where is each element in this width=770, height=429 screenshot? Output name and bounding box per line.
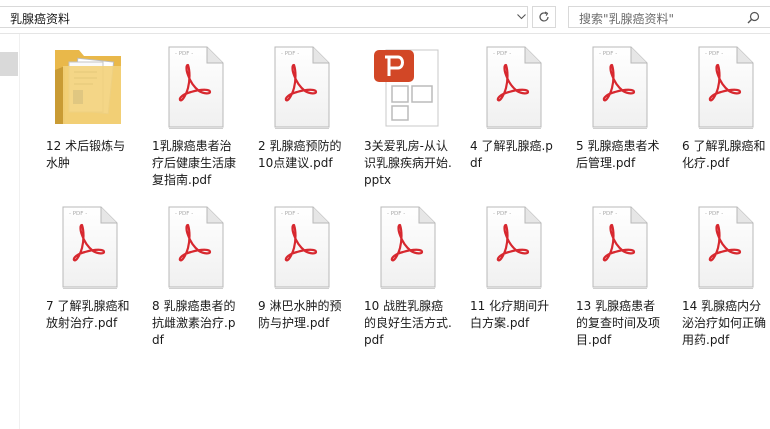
file-thumbnail [358,44,456,136]
svg-text:- PDF -: - PDF - [175,51,193,57]
file-item[interactable]: - PDF - 11 化疗期间升白方案.pdf [464,194,562,346]
pdf-file-icon: - PDF - [698,206,754,289]
svg-text:- PDF -: - PDF - [281,51,299,57]
file-item[interactable]: - PDF - 8 乳腺癌患者的抗雌激素治疗.pdf [146,194,244,347]
file-thumbnail: - PDF - [40,204,138,296]
file-thumbnail: - PDF - [464,44,562,136]
search-placeholder: 搜索"乳腺癌资料" [579,12,675,26]
file-item[interactable]: - PDF - 6 了解乳腺癌和化疗.pdf [676,34,770,186]
address-path: 乳腺癌资料 [10,12,71,26]
pdf-file-icon: - PDF - [274,46,330,129]
navigation-pane [0,34,20,429]
file-name: 1乳腺癌患者治疗后健康生活康复指南.pdf [152,139,237,187]
file-item[interactable]: - PDF - 9 淋巴水肿的预防与护理.pdf [252,194,350,346]
file-thumbnail: - PDF - [146,204,244,296]
pdf-file-icon: - PDF - [592,46,648,129]
pdf-file-icon: - PDF - [168,46,224,129]
file-item[interactable]: - PDF - 4 了解乳腺癌.pdf [464,34,562,186]
file-list: 12 术后锻炼与水肿 - PDF - 1乳腺癌患者治疗后健康生活康复指南.pdf… [22,34,770,429]
refresh-button[interactable] [532,6,556,28]
search-box[interactable]: 搜索"乳腺癌资料" [568,6,770,28]
file-thumbnail: - PDF - [676,204,770,296]
file-thumbnail: - PDF - [570,204,668,296]
file-item[interactable]: - PDF - 5 乳腺癌患者术后管理.pdf [570,34,668,186]
svg-text:- PDF -: - PDF - [599,211,617,217]
file-item[interactable]: - PDF - 13 乳腺癌患者的复查时间及项目.pdf [570,194,668,347]
pdf-file-icon: - PDF - [274,206,330,289]
search-icon [747,11,760,24]
file-name: 6 了解乳腺癌和化疗.pdf [682,139,766,170]
file-thumbnail [40,44,138,136]
file-name: 4 了解乳腺癌.pdf [470,139,553,170]
pdf-file-icon: - PDF - [62,206,118,289]
file-thumbnail: - PDF - [252,204,350,296]
pdf-file-icon: - PDF - [698,46,754,129]
pdf-file-icon: - PDF - [486,206,542,289]
file-thumbnail: - PDF - [676,44,770,136]
pdf-file-icon: - PDF - [380,206,436,289]
file-item[interactable]: 3关爱乳房-从认识乳腺疾病开始.pptx [358,34,456,187]
folder-icon [55,50,121,124]
pptx-file-icon [374,49,439,127]
file-name: 5 乳腺癌患者术后管理.pdf [576,139,660,170]
svg-text:- PDF -: - PDF - [599,51,617,57]
address-toolbar: 乳腺癌资料 搜索"乳腺癌资料" [0,0,770,34]
refresh-icon [539,11,549,22]
file-thumbnail: - PDF - [146,44,244,136]
file-name: 13 乳腺癌患者的复查时间及项目.pdf [576,299,661,347]
chevron-down-icon [516,14,526,20]
file-item[interactable]: - PDF - 7 了解乳腺癌和放射治疗.pdf [40,194,138,346]
pdf-file-icon: - PDF - [486,46,542,129]
file-name: 7 了解乳腺癌和放射治疗.pdf [46,299,130,330]
svg-text:- PDF -: - PDF - [175,211,193,217]
address-bar[interactable]: 乳腺癌资料 [0,6,528,28]
file-thumbnail: - PDF - [358,204,456,296]
file-name: 2 乳腺癌预防的10点建议.pdf [258,139,342,170]
file-name: 3关爱乳房-从认识乳腺疾病开始.pptx [364,139,452,187]
file-name: 12 术后锻炼与水肿 [46,139,126,170]
file-thumbnail: - PDF - [570,44,668,136]
svg-text:- PDF -: - PDF - [69,211,87,217]
file-item[interactable]: - PDF - 14 乳腺癌内分泌治疗如何正确用药.pdf [676,194,770,347]
file-thumbnail: - PDF - [252,44,350,136]
file-item[interactable]: - PDF - 1乳腺癌患者治疗后健康生活康复指南.pdf [146,34,244,187]
file-name: 10 战胜乳腺癌的良好生活方式.pdf [364,299,452,347]
file-item[interactable]: - PDF - 10 战胜乳腺癌的良好生活方式.pdf [358,194,456,347]
nav-scrollbar-thumb[interactable] [0,52,18,76]
file-item[interactable]: 12 术后锻炼与水肿 [40,34,138,186]
pdf-file-icon: - PDF - [592,206,648,289]
address-history-dropdown[interactable] [514,6,528,28]
file-name: 14 乳腺癌内分泌治疗如何正确用药.pdf [682,299,767,347]
svg-text:- PDF -: - PDF - [493,51,511,57]
svg-text:- PDF -: - PDF - [387,211,405,217]
svg-text:- PDF -: - PDF - [493,211,511,217]
file-thumbnail: - PDF - [464,204,562,296]
file-name: 9 淋巴水肿的预防与护理.pdf [258,299,342,330]
svg-text:- PDF -: - PDF - [281,211,299,217]
file-name: 8 乳腺癌患者的抗雌激素治疗.pdf [152,299,236,347]
pdf-file-icon: - PDF - [168,206,224,289]
file-name: 11 化疗期间升白方案.pdf [470,299,550,330]
svg-text:- PDF -: - PDF - [705,211,723,217]
svg-text:- PDF -: - PDF - [705,51,723,57]
file-item[interactable]: - PDF - 2 乳腺癌预防的10点建议.pdf [252,34,350,186]
